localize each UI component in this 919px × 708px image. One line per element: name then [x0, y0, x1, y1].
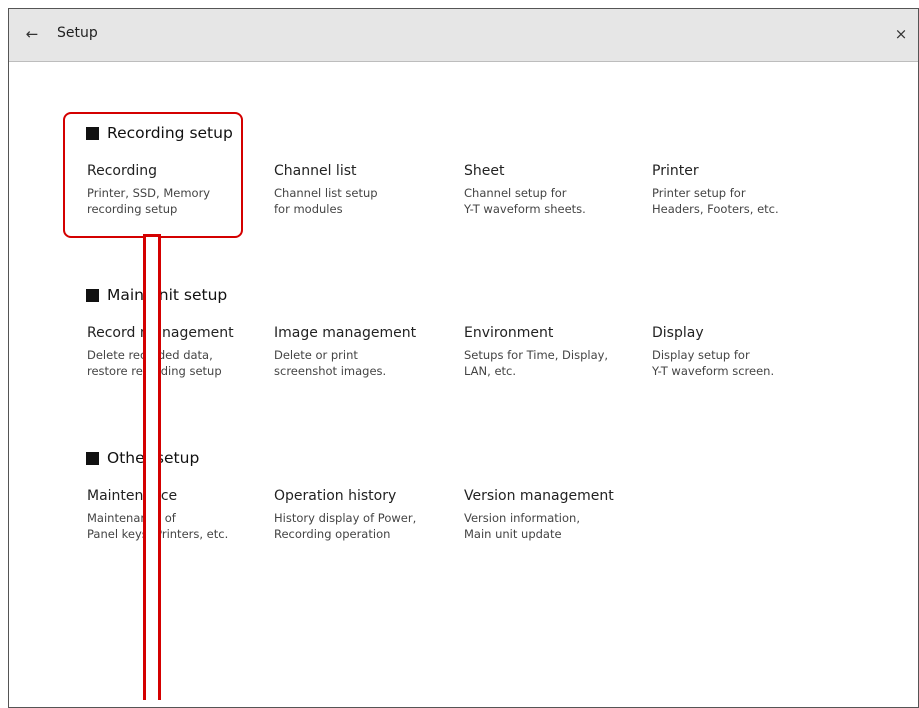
item-maintenance[interactable]: Maintenance Maintenance of Panel keys, P…	[87, 487, 257, 542]
item-title: Record management	[87, 325, 234, 341]
item-description: Delete recorded data, restore recording …	[87, 348, 222, 378]
item-image-management[interactable]: Image management Delete or print screens…	[274, 324, 444, 379]
title-bar: ← Setup ×	[9, 9, 918, 62]
item-title: Image management	[274, 325, 417, 341]
item-channel-list[interactable]: Channel list Channel list setup for modu…	[274, 162, 444, 217]
item-title: Operation history	[274, 488, 397, 504]
section-title-label: Main unit setup	[107, 286, 228, 304]
item-description: Channel list setup for modules	[274, 186, 378, 216]
item-description: Printer setup for Headers, Footers, etc.	[652, 186, 779, 216]
item-title: Environment	[464, 325, 554, 341]
highlight-connector	[143, 234, 161, 700]
square-bullet-icon	[86, 451, 99, 465]
item-title: Sheet	[464, 163, 505, 179]
item-title: Maintenance	[87, 488, 178, 504]
item-description: Delete or print screenshot images.	[274, 348, 387, 378]
item-description: Version information, Main unit update	[464, 511, 580, 541]
item-title: Printer	[652, 163, 699, 179]
item-operation-history[interactable]: Operation history History display of Pow…	[274, 487, 444, 542]
item-title: Version management	[464, 488, 614, 504]
item-description: Maintenance of Panel keys, Printers, etc…	[87, 511, 229, 541]
item-version-management[interactable]: Version management Version information, …	[464, 487, 634, 542]
highlight-box	[63, 112, 243, 238]
item-sheet[interactable]: Sheet Channel setup for Y-T waveform she…	[464, 162, 634, 217]
item-description: Setups for Time, Display, LAN, etc.	[464, 348, 609, 378]
item-title: Channel list	[274, 163, 357, 179]
item-record-management[interactable]: Record management Delete recorded data, …	[87, 324, 257, 379]
close-icon[interactable]: ×	[890, 23, 912, 45]
item-printer[interactable]: Printer Printer setup for Headers, Foote…	[652, 162, 822, 217]
back-arrow-icon[interactable]: ←	[21, 23, 43, 45]
item-description: Display setup for Y-T waveform screen.	[652, 348, 775, 378]
item-display[interactable]: Display Display setup for Y-T waveform s…	[652, 324, 822, 379]
item-description: History display of Power, Recording oper…	[274, 511, 417, 541]
page-title: Setup	[57, 25, 98, 41]
item-title: Display	[652, 325, 704, 341]
square-bullet-icon	[86, 288, 99, 302]
item-description: Channel setup for Y-T waveform sheets.	[464, 186, 586, 216]
item-environment[interactable]: Environment Setups for Time, Display, LA…	[464, 324, 634, 379]
